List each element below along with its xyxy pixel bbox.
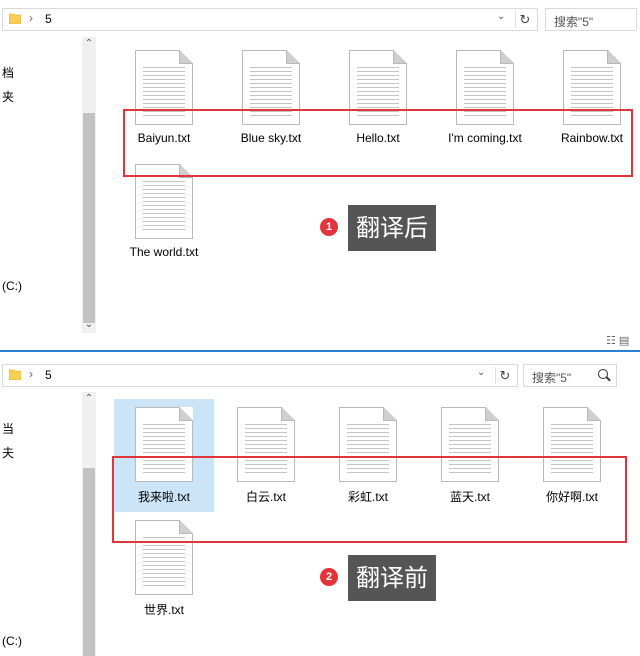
address-path[interactable]: 5 [45,12,52,26]
scroll-thumb[interactable] [83,468,95,656]
scroll-down-icon[interactable]: ⌄ [82,319,96,330]
annotation-label: 翻译后 [348,205,436,251]
folder-icon [9,13,21,24]
nav-item-documents[interactable]: 档 [2,64,14,81]
search-box[interactable]: 搜索"5" [523,364,617,387]
chevron-right-icon[interactable]: › [29,11,33,25]
address-bar[interactable]: › 5 ⌄ ↻ [2,8,538,31]
folder-icon [9,369,21,380]
chevron-down-icon[interactable]: ⌄ [497,11,505,22]
nav-scrollbar[interactable]: ⌃ ⌄ [82,37,96,333]
nav-item-folder[interactable]: 夫 [2,444,14,461]
file-item[interactable]: The world.txt [114,164,214,259]
annotation-label: 翻译前 [348,555,436,601]
search-box[interactable]: 搜索"5" [545,8,637,31]
nav-item-folder[interactable]: 夹 [2,88,14,105]
step-badge: 1 [320,218,338,236]
address-path[interactable]: 5 [45,368,52,382]
file-name: The world.txt [129,245,199,259]
step-badge: 2 [320,568,338,586]
nav-item-drive-c[interactable]: (C:) [2,279,22,293]
annotation-highlight-box [112,456,627,543]
nav-item-drive-c[interactable]: (C:) [2,634,22,648]
annotation-highlight-box [123,109,633,177]
scroll-thumb[interactable] [83,113,95,323]
explorer-window-after: › 5 ⌄ ↻ 搜索"5" 档 夹 (C:) ⌃ ⌄ Baiyun.txt Bl… [0,0,640,350]
explorer-window-before: › 5 ⌄ ↻ 搜索"5" 当 夫 (C:) ⌃ 我来啦.txt 白云.txt … [0,352,640,656]
refresh-icon[interactable]: ↻ [515,11,534,28]
file-name: 世界.txt [143,603,184,617]
search-placeholder: 搜索"5" [532,371,572,385]
scroll-up-icon[interactable]: ⌃ [82,393,96,404]
search-placeholder: 搜索"5" [554,15,594,29]
nav-scrollbar[interactable]: ⌃ [82,392,96,656]
address-bar[interactable]: › 5 ⌄ ↻ [2,364,518,387]
nav-item-documents[interactable]: 当 [2,420,14,437]
refresh-icon[interactable]: ↻ [495,367,514,384]
view-toggle-icons[interactable]: ☷ ▤ [606,334,629,347]
chevron-down-icon[interactable]: ⌄ [477,367,485,378]
scroll-up-icon[interactable]: ⌃ [82,38,96,49]
chevron-right-icon[interactable]: › [29,367,33,381]
search-icon[interactable] [598,369,608,379]
